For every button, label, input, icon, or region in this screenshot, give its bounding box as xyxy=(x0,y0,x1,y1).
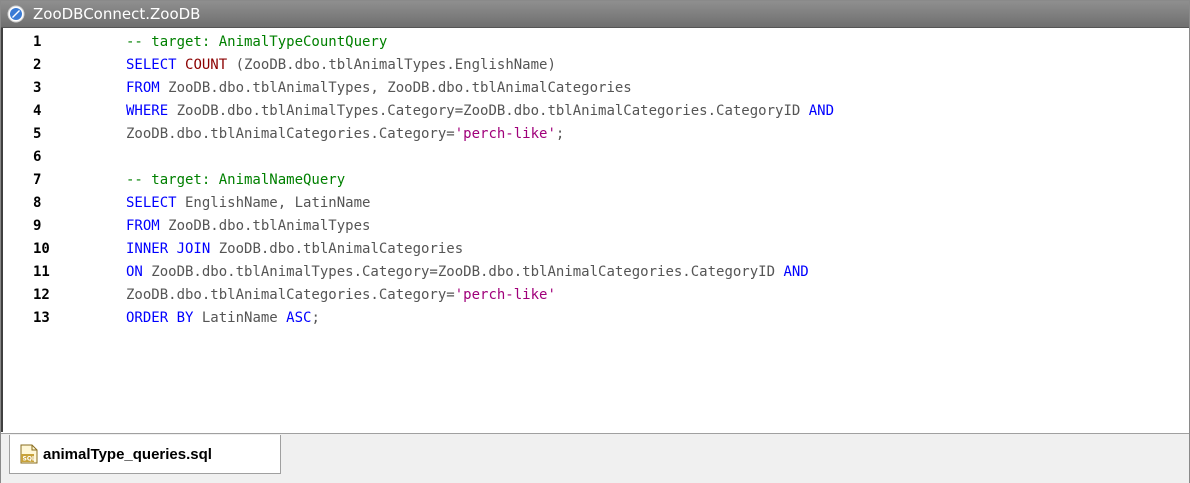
code-token: WHERE xyxy=(126,103,169,119)
code-text: ON ZooDB.dbo.tblAnimalTypes.Category=Zoo… xyxy=(126,261,809,284)
code-token: SELECT xyxy=(126,57,177,73)
line-number: 4 xyxy=(33,103,42,119)
code-text: FROM ZooDB.dbo.tblAnimalTypes xyxy=(126,215,370,238)
code-token: ; xyxy=(311,310,320,326)
code-token: ZooDB.dbo.tblAnimalTypes.Category=ZooDB.… xyxy=(142,264,784,280)
line-number: 3 xyxy=(33,80,42,96)
code-text: ZooDB.dbo.tblAnimalCategories.Category='… xyxy=(126,123,564,146)
line-number: 11 xyxy=(33,264,50,280)
code-text: ORDER BY LatinName ASC; xyxy=(126,307,320,330)
code-text: -- target: AnimalTypeCountQuery xyxy=(126,31,387,54)
code-token: ; xyxy=(555,126,565,142)
code-token: ASC xyxy=(286,310,312,326)
sql-file-icon: SQL xyxy=(20,444,38,464)
code-token: AND xyxy=(783,264,809,280)
code-token: INNER JOIN xyxy=(126,241,211,257)
code-token: COUNT xyxy=(185,57,228,73)
code-text: -- target: AnimalNameQuery xyxy=(126,169,345,192)
code-token: -- target: AnimalTypeCountQuery xyxy=(126,34,388,50)
code-text: SELECT COUNT (ZooDB.dbo.tblAnimalTypes.E… xyxy=(126,54,556,77)
line-number: 12 xyxy=(33,287,50,303)
code-token: ZooDB.dbo.tblAnimalCategories.Category= xyxy=(126,287,455,303)
svg-text:SQL: SQL xyxy=(23,456,36,463)
code-token: (ZooDB.dbo.tblAnimalTypes.EnglishName) xyxy=(227,57,556,73)
tab-label: animalType_queries.sql xyxy=(43,445,212,463)
code-token: ZooDB.dbo.tblAnimalTypes, ZooDB.dbo.tblA… xyxy=(159,80,632,96)
code-token: ZooDB.dbo.tblAnimalTypes.Category=ZooDB.… xyxy=(168,103,809,119)
code-editor[interactable]: 1 -- target: AnimalTypeCountQuery 2 SELECT … xyxy=(1,28,1189,432)
code-text: ZooDB.dbo.tblAnimalCategories.Category='… xyxy=(126,284,556,307)
line-number: 9 xyxy=(33,218,42,234)
code-token: AND xyxy=(808,103,835,119)
line-number: 10 xyxy=(33,241,50,257)
document-tab-bar: SQL animalType_queries.sql xyxy=(1,433,1189,483)
code-token: ZooDB.dbo.tblAnimalCategories.Category= xyxy=(126,126,455,142)
line-number: 1 xyxy=(33,34,42,50)
code-token: 'perch-like' xyxy=(454,287,556,303)
line-number: 6 xyxy=(33,149,42,165)
code-token: FROM xyxy=(126,218,160,234)
code-token: LatinName xyxy=(193,310,287,326)
code-token: 'perch-like' xyxy=(454,126,556,142)
code-text: FROM ZooDB.dbo.tblAnimalTypes, ZooDB.dbo… xyxy=(126,77,632,100)
sql-editor-window: ZooDBConnect.ZooDB 1 -- target: AnimalTyp… xyxy=(0,0,1190,483)
database-connection-icon xyxy=(7,5,25,23)
code-token: SELECT xyxy=(126,195,177,211)
tab-animaltype-queries[interactable]: SQL animalType_queries.sql xyxy=(9,435,281,474)
code-token: -- target: AnimalNameQuery xyxy=(126,172,346,188)
code-token: ZooDB.dbo.tblAnimalTypes xyxy=(159,218,371,234)
code-text: SELECT EnglishName, LatinName xyxy=(126,192,370,215)
line-number: 2 xyxy=(33,57,42,73)
code-text: WHERE ZooDB.dbo.tblAnimalTypes.Category=… xyxy=(126,100,834,123)
line-number: 5 xyxy=(33,126,42,142)
window-title: ZooDBConnect.ZooDB xyxy=(33,5,201,23)
line-number: 7 xyxy=(33,172,42,188)
code-token: ORDER BY xyxy=(126,310,194,326)
code-text: INNER JOIN ZooDB.dbo.tblAnimalCategories xyxy=(126,238,463,261)
code-token: ON xyxy=(126,264,143,280)
code-token: ZooDB.dbo.tblAnimalCategories xyxy=(210,241,464,257)
line-number: 8 xyxy=(33,195,42,211)
code-token: EnglishName, LatinName xyxy=(176,195,371,211)
window-titlebar[interactable]: ZooDBConnect.ZooDB xyxy=(1,1,1189,28)
line-number: 13 xyxy=(33,310,50,326)
code-token: FROM xyxy=(126,80,160,96)
